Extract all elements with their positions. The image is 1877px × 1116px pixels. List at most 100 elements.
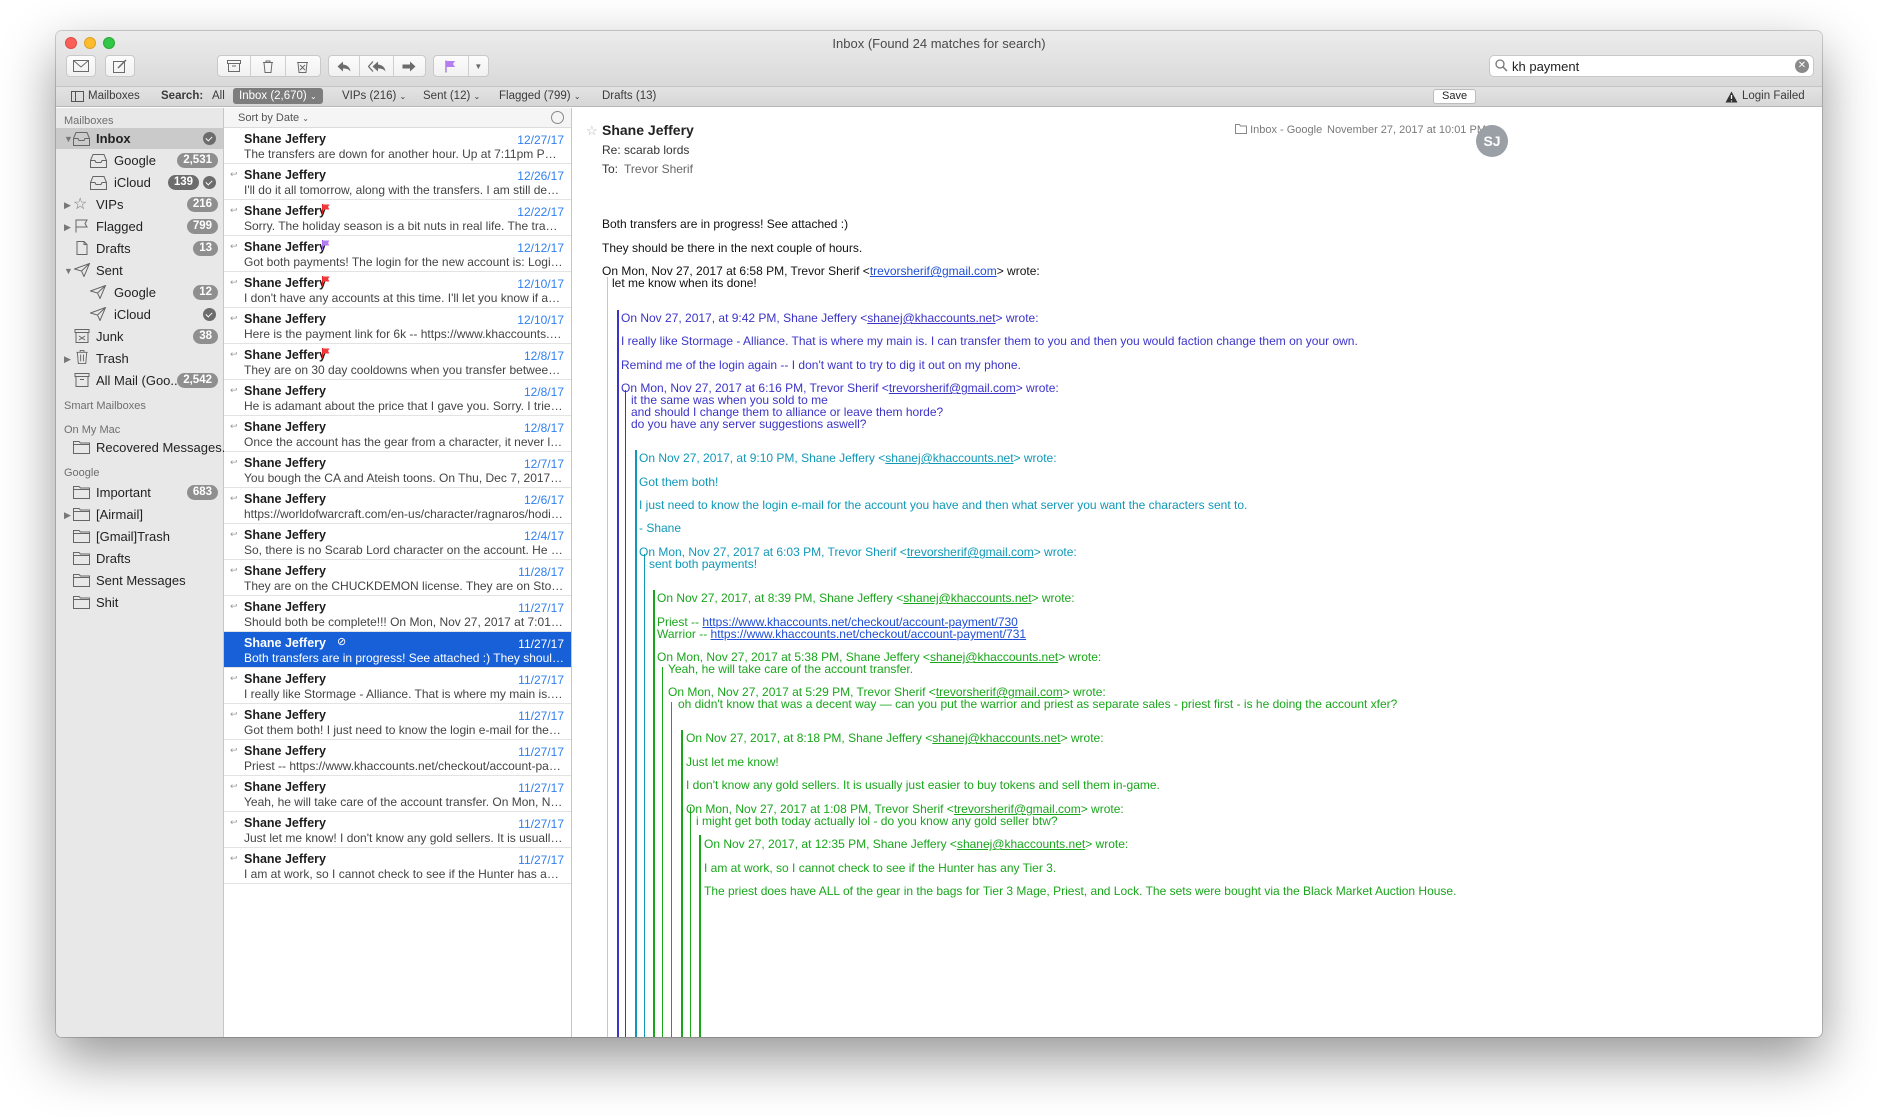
email-link[interactable]: shanej@khaccounts.net — [885, 451, 1013, 465]
reply-all-button[interactable] — [360, 56, 394, 76]
sidebar-item-recovered-messages[interactable]: Recovered Messages... — [56, 437, 233, 458]
sidebar-item-important[interactable]: Important 683 — [56, 482, 223, 503]
flag-button[interactable] — [434, 56, 469, 76]
message-row[interactable]: ↩ Shane Jeffery 11/27/17 Priest -- https… — [224, 740, 571, 776]
sidebar-item-inbox-google[interactable]: Google 2,531 — [56, 150, 223, 171]
email-link[interactable]: trevorsherif@gmail.com — [870, 264, 997, 278]
delete-button[interactable] — [251, 56, 286, 76]
scope-drafts[interactable]: Drafts (13) — [602, 90, 656, 102]
message-row[interactable]: ↩ Shane Jeffery 12/8/17 They are on 30 d… — [224, 344, 571, 380]
sidebar-item-google-drafts[interactable]: Drafts — [56, 548, 223, 569]
scope-flagged[interactable]: Flagged (799) ⌄ — [499, 90, 581, 102]
archive-button[interactable] — [218, 56, 252, 76]
sidebar-item-sent-google[interactable]: Google 12 — [56, 282, 223, 303]
scope-sent[interactable]: Sent (12) ⌄ — [423, 90, 480, 102]
clear-search-icon[interactable]: ✕ — [1795, 59, 1809, 73]
message-row[interactable]: ↩ Shane Jeffery 11/27/17 Just let me kno… — [224, 812, 571, 848]
message-row[interactable]: ↩ Shane Jeffery 12/4/17 So, there is no … — [224, 524, 571, 560]
section-smart-mailboxes[interactable]: Smart Mailboxes — [64, 400, 146, 412]
email-link[interactable]: trevorsherif@gmail.com — [889, 381, 1016, 395]
sidebar-item-sent-messages[interactable]: Sent Messages — [56, 570, 223, 591]
chevron-down-icon: ⌄ — [399, 92, 407, 101]
disclosure-open-icon[interactable]: ▼ — [64, 266, 73, 276]
disclosure-closed-icon[interactable]: ▶ — [64, 510, 71, 521]
message-row[interactable]: ↩ Shane Jeffery 12/26/17 I'll do it all … — [224, 164, 571, 200]
message-row[interactable]: ↩ Shane Jeffery 12/10/17 I don't have an… — [224, 272, 571, 308]
search-field[interactable]: ✕ — [1489, 55, 1814, 77]
login-failed-status[interactable]: Login Failed — [1742, 90, 1805, 102]
reply-icon — [337, 61, 351, 71]
message-sender: Shane Jeffery — [244, 384, 326, 398]
message-row[interactable]: ↩ Shane Jeffery 11/28/17 They are on the… — [224, 560, 571, 596]
sort-menu[interactable]: Sort by Date ⌄ — [238, 112, 309, 124]
message-row[interactable]: ↩ Shane Jeffery 12/22/17 Sorry. The holi… — [224, 200, 571, 236]
junk-button[interactable] — [286, 56, 320, 76]
sidebar-item-trash[interactable]: ▶ Trash — [56, 348, 223, 369]
attribution-text: > wrote: — [1058, 650, 1102, 664]
message-row[interactable]: ↩ Shane Jeffery 12/12/17 Got both paymen… — [224, 236, 571, 272]
sidebar-item-all-mail[interactable]: All Mail (Goo... 2,542 — [56, 370, 223, 391]
message-row[interactable]: ↩ Shane Jeffery 12/7/17 You bough the CA… — [224, 452, 571, 488]
disclosure-closed-icon[interactable]: ▶ — [64, 222, 71, 233]
message-sender: Shane Jeffery — [244, 852, 326, 866]
recipient[interactable]: Trevor Sherif — [624, 162, 693, 176]
disclosure-open-icon[interactable]: ▼ — [64, 134, 73, 144]
sidebar-item-junk[interactable]: Junk 38 — [56, 326, 223, 347]
message-row[interactable]: ↩ Shane Jeffery 12/6/17 https://worldofw… — [224, 488, 571, 524]
payment-link[interactable]: https://www.khaccounts.net/checkout/acco… — [711, 627, 1027, 641]
email-link[interactable]: shanej@khaccounts.net — [957, 837, 1085, 851]
email-link[interactable]: shanej@khaccounts.net — [932, 731, 1060, 745]
forward-button[interactable] — [394, 56, 425, 76]
email-link[interactable]: shanej@khaccounts.net — [930, 650, 1058, 664]
message-from[interactable]: Shane Jeffery — [602, 122, 694, 138]
scope-all[interactable]: All — [212, 90, 225, 102]
message-mailbox[interactable]: Inbox - Google — [1235, 124, 1322, 136]
message-row[interactable]: ↩ Shane Jeffery 12/8/17 Once the account… — [224, 416, 571, 452]
disclosure-closed-icon[interactable]: ▶ — [64, 200, 71, 211]
message-sender: Shane Jeffery — [244, 780, 326, 794]
sidebar-item-vips[interactable]: ▶ ☆ VIPs 216 — [56, 194, 223, 215]
message-sender: Shane Jeffery — [244, 348, 326, 362]
message-preview: Yeah, he will take care of the account t… — [244, 795, 564, 809]
attribution-text: On Nov 27, 2017, at 12:35 PM, Shane Jeff… — [704, 837, 957, 851]
email-link[interactable]: shanej@khaccounts.net — [867, 311, 995, 325]
vip-star-icon[interactable]: ☆ — [586, 123, 598, 139]
message-row[interactable]: ↩ Shane Jeffery 11/27/17 Got them both! … — [224, 704, 571, 740]
get-mail-button[interactable] — [66, 55, 96, 77]
filter-icon[interactable] — [551, 111, 564, 124]
section-on-my-mac[interactable]: On My Mac — [64, 424, 120, 436]
compose-button[interactable] — [105, 55, 135, 77]
message-row[interactable]: ↩ Shane Jeffery 11/27/17 I am at work, s… — [224, 848, 571, 884]
sidebar-item-inbox[interactable]: ▼ Inbox — [56, 128, 223, 149]
section-google[interactable]: Google — [64, 467, 99, 479]
replied-icon: ↩ — [230, 745, 238, 755]
email-link[interactable]: trevorsherif@gmail.com — [907, 545, 1034, 559]
sidebar-item-airmail[interactable]: ▶ [Airmail] — [56, 504, 223, 525]
message-row[interactable]: ↩ Shane Jeffery 12/10/17 Here is the pay… — [224, 308, 571, 344]
scope-inbox[interactable]: Inbox (2,670) ⌄ — [233, 88, 323, 104]
scope-vips[interactable]: VIPs (216) ⌄ — [342, 90, 406, 102]
sidebar-item-flagged[interactable]: ▶ Flagged 799 — [56, 216, 223, 237]
reply-button[interactable] — [329, 56, 361, 76]
sidebar-item-sent-icloud[interactable]: iCloud — [56, 304, 223, 325]
sidebar-item-drafts[interactable]: Drafts 13 — [56, 238, 223, 259]
message-row-selected[interactable]: Shane Jeffery ⊘ 11/27/17 Both transfers … — [224, 632, 571, 668]
sidebar-item-shit[interactable]: Shit — [56, 592, 223, 613]
sidebar-item-gmail-trash[interactable]: [Gmail]Trash — [56, 526, 223, 547]
message-row[interactable]: ↩ Shane Jeffery 11/27/17 I really like S… — [224, 668, 571, 704]
flag-menu-button[interactable]: ▼ — [469, 56, 488, 76]
message-sender: Shane Jeffery — [244, 456, 326, 470]
mailboxes-toggle[interactable]: Mailboxes — [88, 90, 140, 102]
sidebar-item-inbox-icloud[interactable]: iCloud 139 — [56, 172, 223, 193]
save-search-button[interactable]: Save — [1433, 89, 1477, 104]
message-date: 11/27/17 — [518, 745, 564, 759]
search-input[interactable] — [1512, 58, 1782, 74]
message-row[interactable]: Shane Jeffery 12/27/17 The transfers are… — [224, 128, 571, 164]
sidebar-item-sent[interactable]: ▼ Sent — [56, 260, 223, 281]
sidebar-toggle-icon[interactable] — [71, 91, 84, 102]
disclosure-closed-icon[interactable]: ▶ — [64, 354, 71, 365]
message-row[interactable]: ↩ Shane Jeffery 11/27/17 Should both be … — [224, 596, 571, 632]
message-row[interactable]: ↩ Shane Jeffery 11/27/17 Yeah, he will t… — [224, 776, 571, 812]
email-link[interactable]: shanej@khaccounts.net — [903, 591, 1031, 605]
message-row[interactable]: ↩ Shane Jeffery 12/8/17 He is adamant ab… — [224, 380, 571, 416]
